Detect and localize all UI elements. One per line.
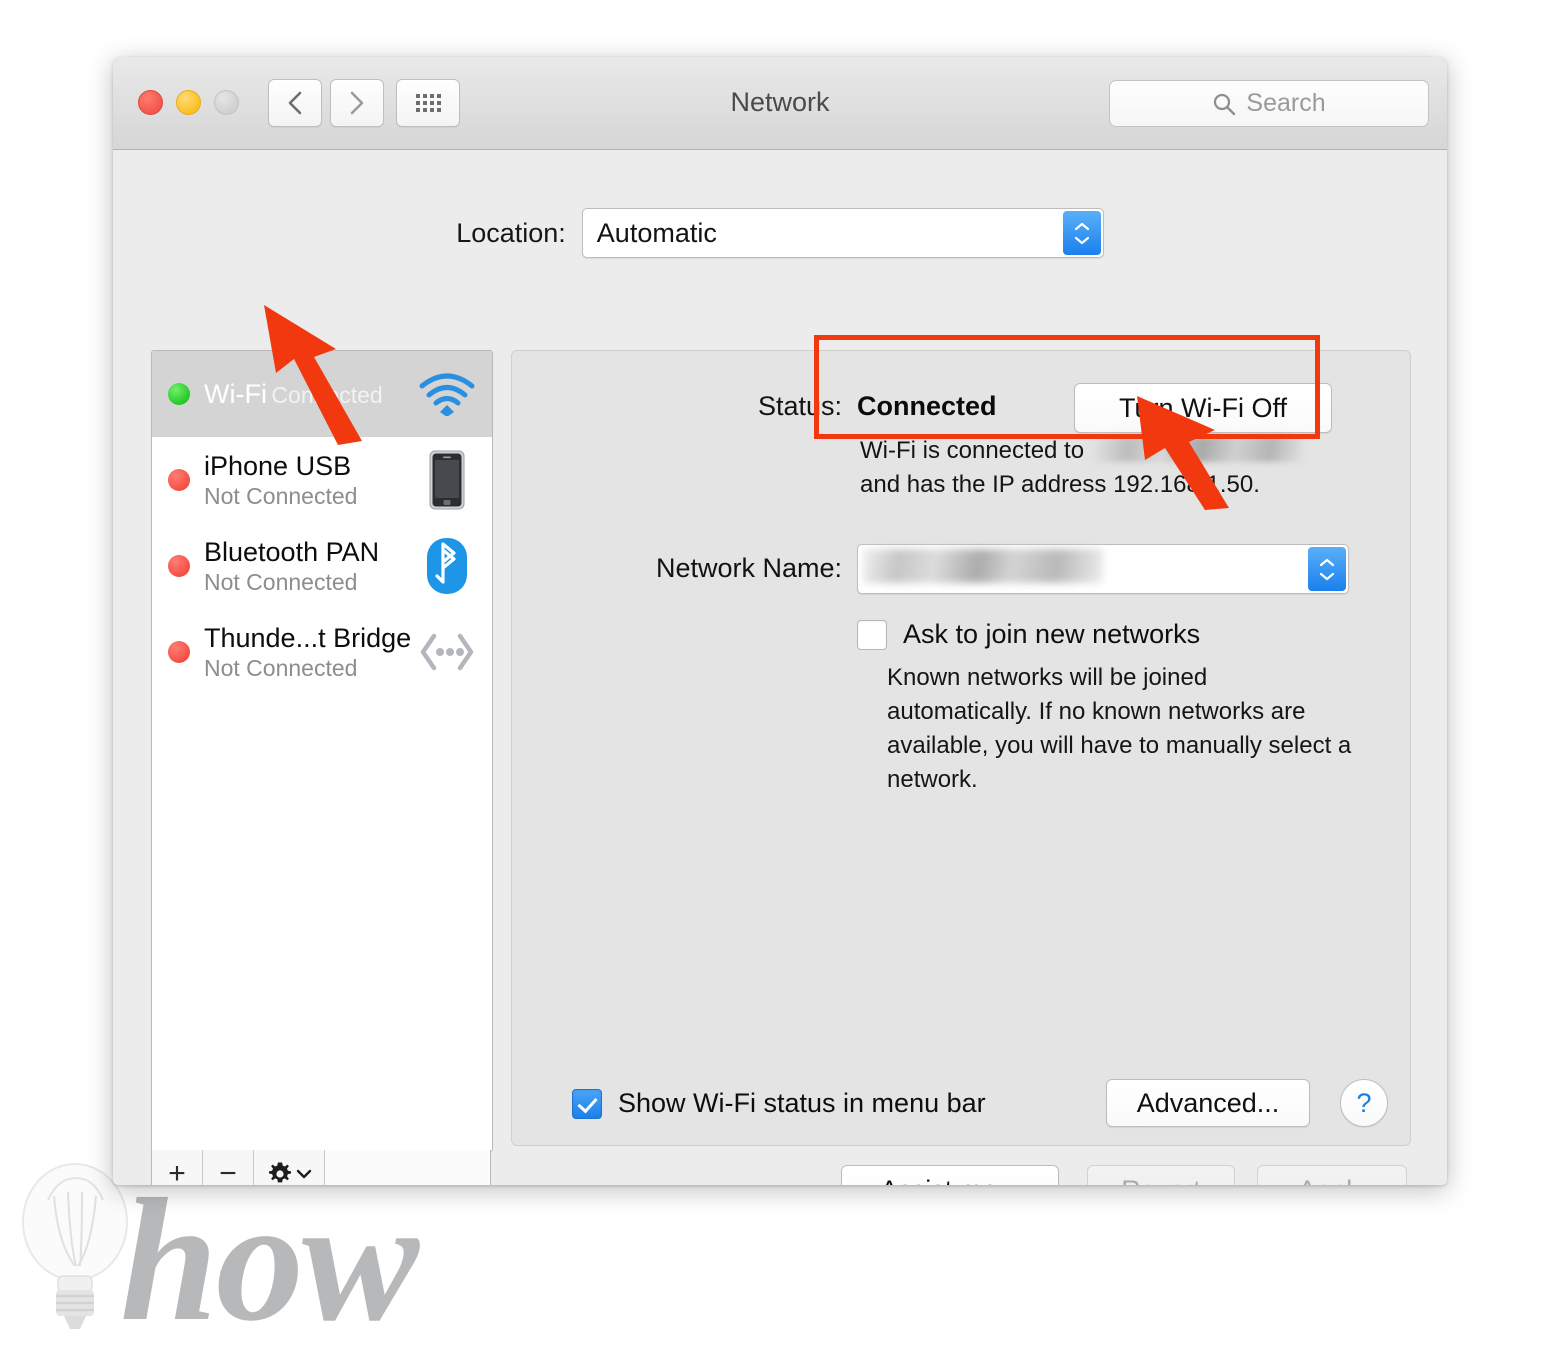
show-status-row[interactable]: Show Wi-Fi status in menu bar xyxy=(572,1088,986,1119)
service-status: Not Connected xyxy=(204,482,358,509)
assist-me-button[interactable]: Assist me... xyxy=(841,1165,1059,1185)
service-status: Not Connected xyxy=(204,568,358,595)
search-placeholder: Search xyxy=(1246,89,1326,117)
help-button[interactable]: ? xyxy=(1340,1079,1388,1127)
service-name: Wi-Fi xyxy=(204,379,267,409)
service-name: Bluetooth PAN xyxy=(204,536,380,567)
thunderbolt-icon xyxy=(416,621,478,683)
ask-to-join-row[interactable]: Ask to join new networks xyxy=(857,619,1200,650)
service-name: Thunde...t Bridge xyxy=(204,622,412,653)
footer-spacer xyxy=(325,1150,490,1185)
network-preferences-window: Network Search Location: Automatic Wi-Fi… xyxy=(113,57,1447,1185)
network-name-dropdown[interactable] xyxy=(857,544,1349,594)
location-stepper-arrows[interactable] xyxy=(1062,211,1101,255)
wifi-icon xyxy=(416,363,478,425)
revert-button: Revert xyxy=(1087,1165,1235,1185)
add-service-button[interactable]: + xyxy=(152,1150,203,1185)
network-name-label: Network Name: xyxy=(655,553,842,583)
advanced-button[interactable]: Advanced... xyxy=(1106,1079,1310,1127)
chevron-down-icon xyxy=(1074,236,1089,244)
location-dropdown[interactable]: Automatic xyxy=(581,208,1104,258)
status-description-prefix: Wi-Fi is connected to xyxy=(860,437,1085,464)
sidebar-item-iphone-usb[interactable]: iPhone USB Not Connected xyxy=(152,437,492,523)
turn-wifi-off-button[interactable]: Turn Wi-Fi Off xyxy=(1074,383,1332,433)
location-label: Location: xyxy=(456,217,566,248)
window-body: Location: Automatic Wi-Fi Connected iPho… xyxy=(113,150,1447,1185)
window-titlebar: Network Search xyxy=(113,57,1447,150)
lightbulb-icon xyxy=(22,1163,128,1329)
status-description: Wi-Fi is connected to and has the IP add… xyxy=(860,434,1340,502)
iphone-icon xyxy=(416,449,478,511)
remove-service-button[interactable]: − xyxy=(203,1150,254,1185)
redacted-network-name xyxy=(1090,436,1303,462)
service-status: Connected xyxy=(271,382,383,408)
location-value: Automatic xyxy=(596,217,717,248)
service-list-footer: + − xyxy=(151,1150,491,1185)
bluetooth-icon xyxy=(416,535,478,597)
service-name: iPhone USB xyxy=(204,450,352,481)
service-status: Not Connected xyxy=(204,654,358,681)
network-name-stepper-arrows[interactable] xyxy=(1308,547,1346,591)
chevron-up-icon xyxy=(1319,558,1335,566)
sidebar-item-thunderbolt-bridge[interactable]: Thunde...t Bridge Not Connected xyxy=(152,609,492,695)
apply-button: Apply xyxy=(1257,1165,1407,1185)
chevron-down-icon xyxy=(296,1169,311,1178)
status-description-suffix: has the IP address 192.168.1.50. xyxy=(906,471,1260,498)
watermark-text: how xyxy=(120,1163,419,1358)
wifi-detail-panel: Status: Connected Turn Wi-Fi Off Wi-Fi i… xyxy=(511,350,1411,1146)
ask-to-join-helper-text: Known networks will be joined automatica… xyxy=(887,664,1352,793)
status-indicator-red xyxy=(168,469,190,491)
status-indicator-green xyxy=(168,383,190,405)
chevron-up-icon xyxy=(1074,222,1089,230)
status-indicator-red xyxy=(168,555,190,577)
search-icon xyxy=(1214,93,1236,115)
ask-to-join-label: Ask to join new networks xyxy=(903,619,1201,649)
show-wifi-status-checkbox[interactable] xyxy=(572,1088,602,1119)
network-service-list[interactable]: Wi-Fi Connected iPhone USB Not Connected… xyxy=(151,350,493,1152)
gear-icon xyxy=(268,1162,291,1182)
sidebar-item-bluetooth-pan[interactable]: Bluetooth PAN Not Connected xyxy=(152,523,492,609)
status-indicator-red xyxy=(168,641,190,663)
status-description-middle: and xyxy=(860,471,901,498)
search-input[interactable]: Search xyxy=(1109,80,1429,127)
status-label: Status: xyxy=(757,391,842,421)
show-wifi-status-label: Show Wi-Fi status in menu bar xyxy=(618,1088,986,1118)
location-row: Location: Automatic xyxy=(113,208,1447,258)
chevron-down-icon xyxy=(1319,572,1335,580)
ask-to-join-checkbox[interactable] xyxy=(857,619,887,650)
status-value: Connected xyxy=(857,391,997,421)
service-actions-menu-button[interactable] xyxy=(254,1150,325,1185)
sidebar-item-wifi[interactable]: Wi-Fi Connected xyxy=(152,351,492,437)
redacted-network-name-value xyxy=(863,549,1103,583)
